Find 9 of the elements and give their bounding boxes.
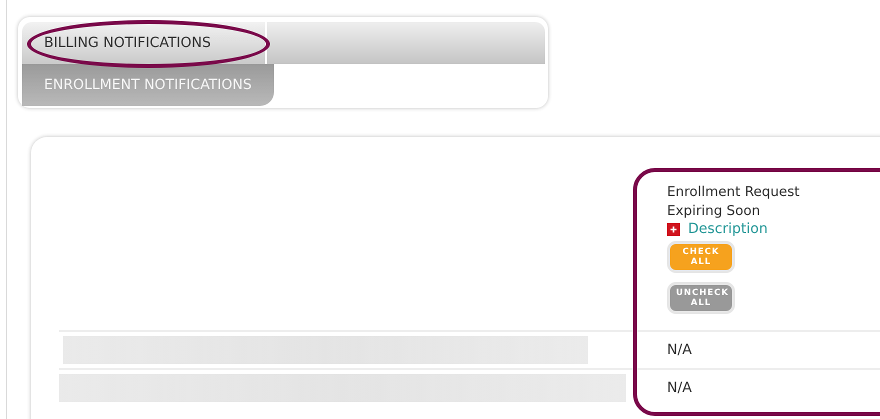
check-all-button[interactable]: CHECK ALL: [667, 241, 735, 273]
table-cell-text: N/A: [667, 380, 693, 396]
description-link[interactable]: Description: [688, 221, 768, 237]
expand-icon[interactable]: [667, 222, 680, 236]
column-title: Enrollment Request Expiring Soon: [667, 183, 801, 221]
uncheck-all-button[interactable]: UNCHECK ALL: [667, 282, 735, 314]
tab[interactable]: ENROLLMENT NOTIFICATIONS: [22, 64, 274, 106]
tab[interactable]: BILLING NOTIFICATIONS: [22, 22, 267, 64]
table-cell-text: N/A: [667, 342, 693, 358]
